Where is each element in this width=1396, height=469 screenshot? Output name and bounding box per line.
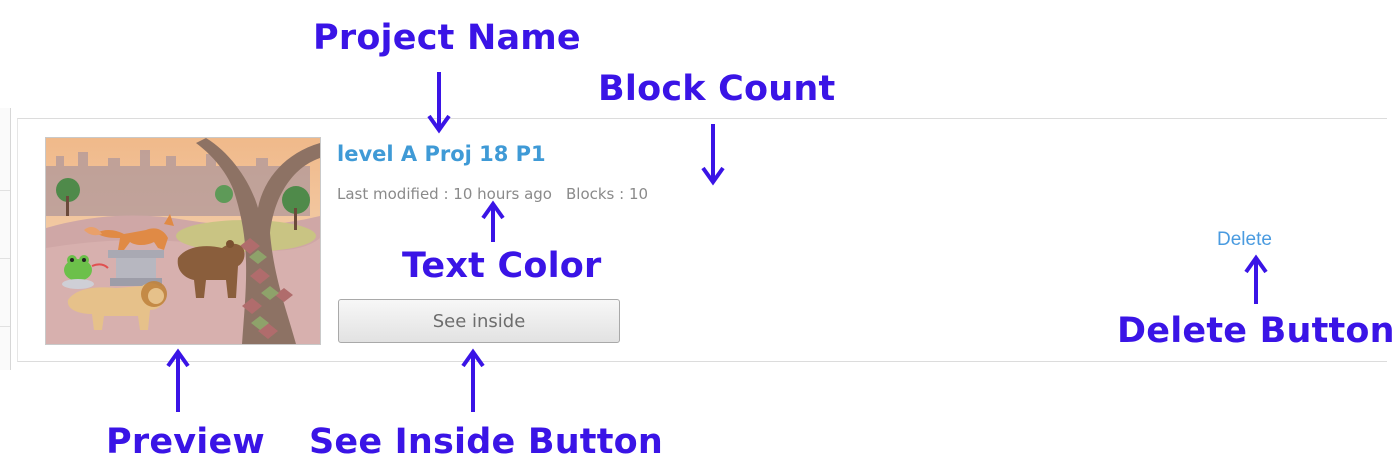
delete-button[interactable]: Delete <box>1217 229 1272 251</box>
arrow-down-icon <box>701 124 725 186</box>
preview-scene-image <box>46 138 320 344</box>
see-inside-button-label: See inside <box>432 310 526 332</box>
annotation-block-count: Block Count <box>598 69 836 109</box>
arrow-up-icon <box>166 348 190 412</box>
blocks-label: Blocks : <box>565 185 625 203</box>
page-left-edge <box>0 108 11 370</box>
arrow-up-icon <box>481 200 505 242</box>
last-modified-value: 10 hours ago <box>453 185 552 203</box>
arrow-up-icon <box>1244 254 1268 304</box>
annotation-delete-button: Delete Button <box>1117 311 1395 351</box>
last-modified-label: Last modified : <box>337 185 449 203</box>
arrow-down-icon <box>427 72 451 134</box>
see-inside-button[interactable]: See inside <box>338 299 620 343</box>
project-name-link[interactable]: level A Proj 18 P1 <box>337 142 546 166</box>
arrow-up-icon <box>461 348 485 412</box>
screenshot-stage: level A Proj 18 P1 Last modified : 10 ho… <box>0 0 1396 469</box>
blocks-count: 10 <box>628 185 649 203</box>
annotation-preview: Preview <box>106 422 265 462</box>
annotation-see-inside-button: See Inside Button <box>309 422 664 462</box>
project-meta-line: Last modified : 10 hours ago Blocks : 10 <box>337 185 648 203</box>
project-preview-thumbnail[interactable] <box>45 137 321 345</box>
annotation-text-color: Text Color <box>402 246 602 286</box>
annotation-project-name: Project Name <box>313 18 581 58</box>
